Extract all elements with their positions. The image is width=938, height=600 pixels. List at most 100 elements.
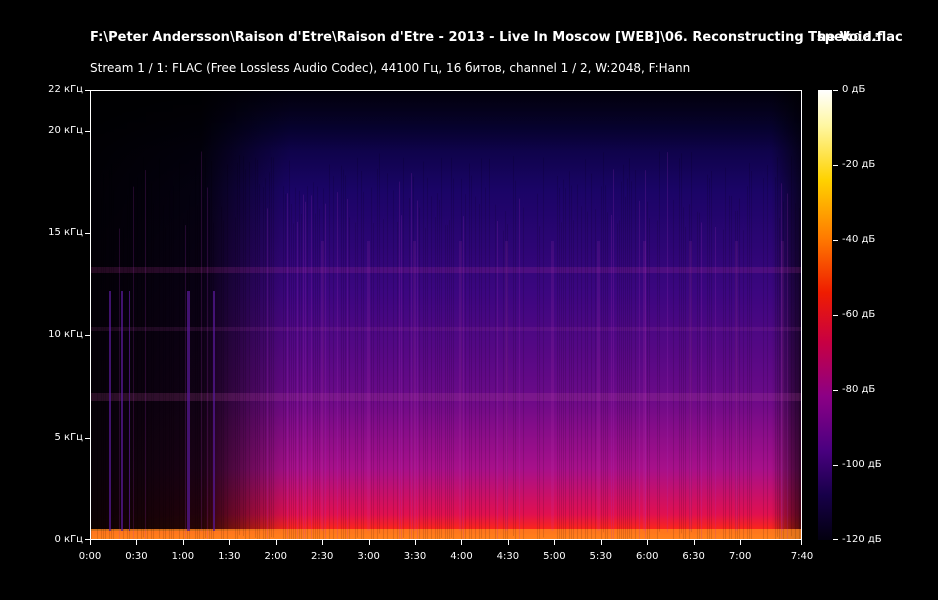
spectrum-texture-line [91, 195, 92, 539]
time-tick-label: 1:00 [171, 551, 195, 562]
spectrum-texture-line [393, 190, 394, 539]
spectrum-texture-line [639, 200, 640, 539]
db-tick-mark [833, 315, 838, 316]
spectrum-texture-line [101, 198, 102, 539]
spectrum-texture-line [635, 170, 636, 539]
time-tick-mark [740, 540, 742, 545]
time-tick-mark [182, 540, 184, 545]
spectrum-texture-line [259, 184, 260, 539]
spectrum-texture-line [791, 156, 792, 537]
spectrum-texture-line [151, 183, 152, 539]
time-tick-mark [461, 540, 463, 545]
spectrum-beat-column [735, 241, 738, 531]
spectrum-texture-line [585, 159, 586, 539]
spectrum-texture-line [447, 224, 448, 539]
spectrum-texture-line [153, 203, 154, 539]
spectrum-beat-column [643, 241, 646, 531]
time-tick-mark [647, 540, 649, 545]
spectrum-beat-column [367, 241, 370, 531]
spectrum-texture-line [465, 194, 466, 539]
app-name-text: spek [817, 30, 852, 45]
spectrum-texture-line [497, 220, 498, 539]
spectrum-texture-line [537, 193, 538, 539]
spectrum-texture-line [681, 153, 682, 534]
spectrum-texture-line [617, 223, 618, 539]
spectrum-texture-line [273, 157, 274, 538]
spectrum-texture-line [347, 198, 348, 539]
spectrum-texture-line [401, 215, 402, 539]
spectrum-texture-line [143, 157, 144, 538]
spectrum-texture-line [211, 161, 212, 539]
spectrum-texture-line [621, 181, 622, 539]
spectrum-texture-line [221, 206, 222, 539]
time-tick-label: 5:30 [589, 551, 613, 562]
spectrum-texture-line [267, 208, 268, 539]
spectrum-texture-line [337, 192, 338, 539]
spectrum-texture-line [795, 203, 796, 539]
spectrogram[interactable] [90, 90, 802, 540]
spectrum-texture-line [441, 157, 442, 538]
freq-tick-label: 5 кГц [54, 431, 84, 443]
spectrum-texture-line [301, 213, 302, 539]
spectrum-texture-line [313, 182, 314, 539]
spectrum-texture-line [539, 226, 540, 539]
app-version: 0.8.5 [853, 31, 882, 44]
spectrum-texture-line [425, 227, 426, 539]
spectrum-texture-line [731, 195, 732, 539]
freq-tick-mark [85, 130, 90, 132]
spectrum-texture-line [699, 212, 700, 539]
spectrum-texture-line [701, 222, 702, 539]
spectrum-texture-line [361, 171, 362, 539]
spectrum-texture-line [317, 186, 318, 539]
spectrum-texture-line [581, 206, 582, 539]
spectrum-texture-line [623, 164, 624, 539]
db-tick-label: -40 дБ [842, 234, 876, 245]
time-tick-label: 2:00 [264, 551, 287, 562]
freq-tick-label: 0 кГц [54, 534, 84, 545]
time-tick-label: 7:00 [728, 551, 752, 562]
time-tick-label: 6:30 [682, 551, 705, 562]
freq-tick-mark [85, 437, 90, 439]
spectrum-texture-line [235, 217, 236, 539]
spectrum-texture-line [305, 201, 306, 539]
spectrum-texture-line [123, 227, 124, 539]
spectrum-texture-line [557, 175, 558, 539]
time-tick-mark [507, 540, 509, 545]
spectrum-texture-line [397, 221, 398, 539]
spectrum-texture-line [725, 167, 726, 539]
spectrum-texture-line [423, 161, 424, 539]
db-tick-label: -120 дБ [842, 534, 882, 545]
spectrum-texture-line [767, 165, 768, 539]
spectrum-texture-line [341, 165, 342, 539]
freq-tick-label: 15 кГц [48, 227, 83, 239]
spectrum-beat-column [689, 241, 692, 531]
freq-tick-label: 10 кГц [48, 329, 83, 341]
spectrum-texture-line [775, 177, 776, 539]
spectrum-texture-line [559, 187, 560, 539]
spectrum-texture-line [565, 188, 566, 539]
spectrum-texture-line [409, 198, 410, 539]
spectrum-texture-line [779, 218, 780, 539]
spectrum-texture-line [439, 199, 440, 539]
spectrum-texture-line [777, 157, 778, 538]
spectrum-texture-line [283, 186, 284, 539]
spectrum-texture-line [289, 160, 290, 539]
spectrum-texture-line [485, 187, 486, 539]
spectrum-texture-line [237, 162, 238, 539]
spectrum-texture-line [595, 208, 596, 539]
spectrum-texture-line [475, 196, 476, 539]
time-tick-mark [90, 540, 91, 545]
stream-info: Stream 1 / 1: FLAC (Free Lossless Audio … [90, 61, 691, 75]
spectrum-texture-line [685, 226, 686, 539]
spectrum-texture-line [333, 176, 334, 539]
db-tick-label: -60 дБ [842, 309, 876, 320]
spectrum-texture-line [207, 187, 208, 539]
spectrum-texture-line [601, 186, 602, 539]
spectrum-texture-line [673, 199, 674, 539]
time-tick-label: 0:00 [78, 551, 102, 562]
spectrum-texture-line [119, 228, 120, 539]
time-tick-label: 3:30 [403, 551, 427, 562]
time-tick-mark [229, 540, 231, 545]
freq-tick-mark [85, 335, 90, 337]
spectrum-texture-line [451, 157, 452, 538]
